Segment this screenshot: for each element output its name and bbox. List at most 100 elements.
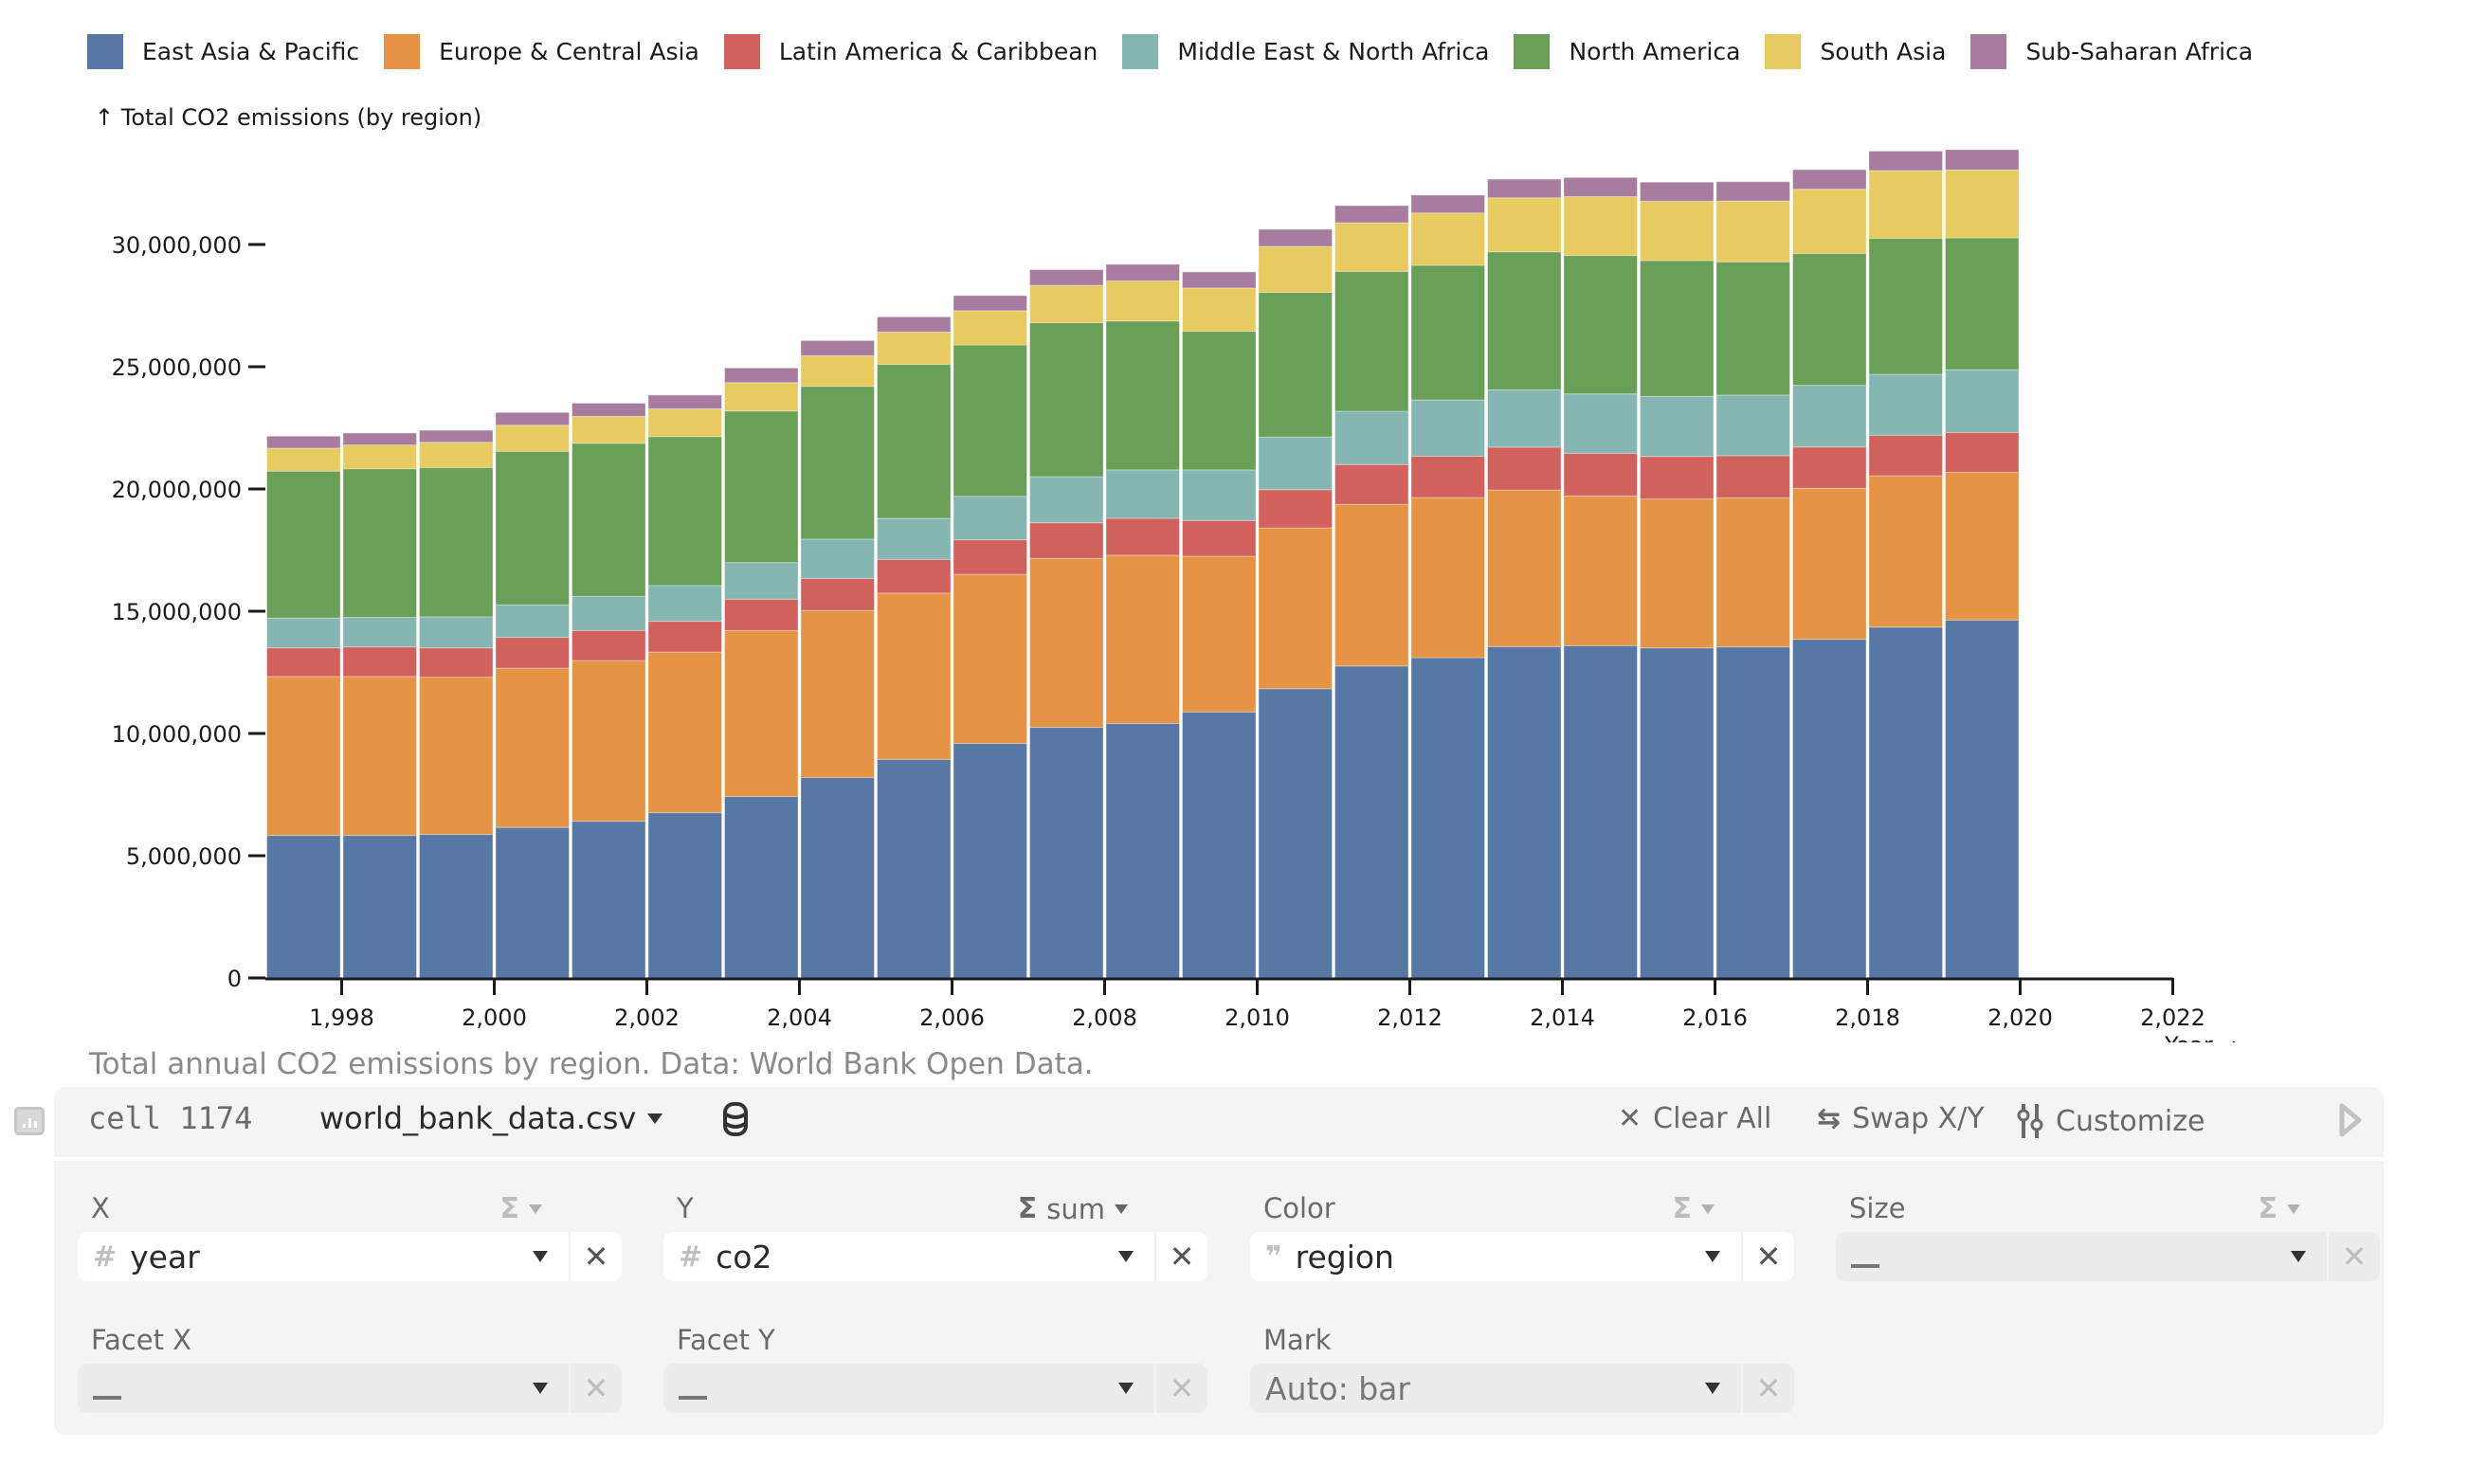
run-icon[interactable] [2338, 1102, 2363, 1138]
bar-segment-2019-middle-east-north-africa[interactable] [1945, 369, 2020, 433]
bar-segment-2011-north-america[interactable] [1334, 270, 1409, 412]
size-field-select[interactable]: ✕ [1836, 1232, 2380, 1281]
bar-segment-2005-europe-central-asia[interactable] [877, 592, 952, 760]
bar-segment-2011-latin-america-caribbean[interactable] [1334, 463, 1409, 505]
bar-segment-2011-east-asia-pacific[interactable] [1334, 665, 1409, 979]
bar-segment-2010-south-asia[interactable] [1258, 245, 1333, 294]
bar-segment-2000-south-asia[interactable] [495, 425, 570, 452]
mark-clear-button[interactable]: ✕ [1743, 1364, 1794, 1413]
bar-segment-2003-east-asia-pacific[interactable] [724, 796, 799, 979]
bar-segment-2011-south-asia[interactable] [1334, 222, 1409, 272]
bar-segment-2008-latin-america-caribbean[interactable] [1105, 517, 1180, 556]
bar-segment-2008-north-america[interactable] [1105, 320, 1180, 471]
facet-x-select[interactable]: ✕ [78, 1364, 622, 1413]
bar-segment-2017-latin-america-caribbean[interactable] [1792, 446, 1867, 489]
bar-segment-2019-europe-central-asia[interactable] [1945, 471, 2020, 621]
bar-segment-2018-latin-america-caribbean[interactable] [1868, 434, 1943, 477]
size-clear-button[interactable]: ✕ [2329, 1232, 2380, 1281]
bar-segment-1999-east-asia-pacific[interactable] [419, 834, 494, 979]
bar-segment-2002-europe-central-asia[interactable] [647, 651, 722, 814]
bar-segment-2016-east-asia-pacific[interactable] [1715, 646, 1790, 979]
bar-segment-2009-middle-east-north-africa[interactable] [1182, 469, 1257, 521]
color-aggregate-selector[interactable]: Σ [1673, 1192, 1715, 1225]
bar-segment-2006-latin-america-caribbean[interactable] [953, 539, 1027, 575]
bar-segment-2003-south-asia[interactable] [724, 382, 799, 412]
bar-segment-2002-south-asia[interactable] [647, 407, 722, 438]
bar-segment-2005-sub-saharan-africa[interactable] [877, 316, 952, 333]
bar-segment-2007-sub-saharan-africa[interactable] [1029, 269, 1104, 286]
bar-segment-2016-north-america[interactable] [1715, 261, 1790, 396]
bar-segment-2008-east-asia-pacific[interactable] [1105, 722, 1180, 979]
bar-segment-2006-middle-east-north-africa[interactable] [953, 496, 1027, 541]
bar-segment-1999-middle-east-north-africa[interactable] [419, 616, 494, 649]
bar-segment-2015-europe-central-asia[interactable] [1640, 498, 1715, 649]
bar-segment-2011-europe-central-asia[interactable] [1334, 503, 1409, 667]
bar-segment-2006-north-america[interactable] [953, 344, 1027, 498]
bar-segment-1998-south-asia[interactable] [342, 444, 417, 470]
bar-segment-2016-south-asia[interactable] [1715, 200, 1790, 262]
bar-segment-2002-sub-saharan-africa[interactable] [647, 394, 722, 409]
y-aggregate-selector[interactable]: Σsum [1018, 1192, 1128, 1225]
bar-segment-2006-europe-central-asia[interactable] [953, 573, 1027, 745]
bar-segment-2015-sub-saharan-africa[interactable] [1640, 181, 1715, 202]
bar-segment-2012-middle-east-north-africa[interactable] [1410, 399, 1485, 457]
bar-segment-1998-latin-america-caribbean[interactable] [342, 646, 417, 678]
bar-segment-2007-middle-east-north-africa[interactable] [1029, 476, 1104, 524]
bar-segment-2007-latin-america-caribbean[interactable] [1029, 522, 1104, 559]
bar-segment-2018-europe-central-asia[interactable] [1868, 475, 1943, 628]
chart-cell-icon[interactable] [14, 1107, 45, 1135]
bar-segment-2009-europe-central-asia[interactable] [1182, 555, 1257, 713]
y-field-select[interactable]: # co2 ✕ [663, 1232, 1207, 1281]
clear-all-button[interactable]: ✕ Clear All [1618, 1102, 1771, 1135]
bar-segment-2000-north-america[interactable] [495, 450, 570, 606]
bar-segment-2014-middle-east-north-africa[interactable] [1563, 393, 1638, 454]
facet-x-clear-button[interactable]: ✕ [571, 1364, 622, 1413]
bar-segment-2012-sub-saharan-africa[interactable] [1410, 194, 1485, 214]
bar-segment-2012-north-america[interactable] [1410, 264, 1485, 401]
bar-segment-2008-sub-saharan-africa[interactable] [1105, 263, 1180, 281]
bar-segment-2010-middle-east-north-africa[interactable] [1258, 436, 1333, 491]
bar-segment-2011-sub-saharan-africa[interactable] [1334, 205, 1409, 224]
bar-segment-2018-north-america[interactable] [1868, 238, 1943, 375]
bar-segment-2004-sub-saharan-africa[interactable] [800, 339, 875, 356]
bar-segment-2017-north-america[interactable] [1792, 253, 1867, 387]
bar-segment-2009-east-asia-pacific[interactable] [1182, 711, 1257, 979]
bar-segment-2002-middle-east-north-africa[interactable] [647, 585, 722, 623]
bar-segment-2005-north-america[interactable] [877, 363, 952, 519]
bar-segment-2006-sub-saharan-africa[interactable] [953, 295, 1027, 312]
bar-segment-2019-latin-america-caribbean[interactable] [1945, 431, 2020, 473]
bar-segment-2008-europe-central-asia[interactable] [1105, 554, 1180, 724]
bar-segment-2000-sub-saharan-africa[interactable] [495, 411, 570, 426]
x-field-select[interactable]: # year ✕ [78, 1232, 622, 1281]
bar-segment-2000-latin-america-caribbean[interactable] [495, 637, 570, 669]
bar-segment-2001-middle-east-north-africa[interactable] [572, 595, 646, 631]
bar-segment-2001-sub-saharan-africa[interactable] [572, 402, 646, 417]
bar-segment-2008-south-asia[interactable] [1105, 280, 1180, 322]
bar-segment-1997-europe-central-asia[interactable] [266, 676, 341, 837]
bar-segment-1998-north-america[interactable] [342, 468, 417, 618]
bar-segment-2014-south-asia[interactable] [1563, 195, 1638, 257]
x-aggregate-selector[interactable]: Σ [500, 1192, 542, 1225]
bar-segment-2013-sub-saharan-africa[interactable] [1487, 178, 1562, 199]
bar-segment-2014-europe-central-asia[interactable] [1563, 495, 1638, 646]
mark-select[interactable]: Auto: bar ✕ [1250, 1364, 1794, 1413]
bar-segment-2010-sub-saharan-africa[interactable] [1258, 228, 1333, 247]
bar-segment-2010-north-america[interactable] [1258, 292, 1333, 438]
bar-segment-2010-latin-america-caribbean[interactable] [1258, 489, 1333, 529]
size-aggregate-selector[interactable]: Σ [2259, 1192, 2300, 1225]
bar-segment-2012-latin-america-caribbean[interactable] [1410, 455, 1485, 498]
y-clear-button[interactable]: ✕ [1156, 1232, 1207, 1281]
bar-segment-2014-east-asia-pacific[interactable] [1563, 644, 1638, 979]
bar-segment-2002-east-asia-pacific[interactable] [647, 812, 722, 979]
color-clear-button[interactable]: ✕ [1743, 1232, 1794, 1281]
bar-segment-2014-sub-saharan-africa[interactable] [1563, 176, 1638, 197]
bar-segment-2018-south-asia[interactable] [1868, 170, 1943, 240]
bar-segment-2017-middle-east-north-africa[interactable] [1792, 385, 1867, 448]
bar-segment-2009-south-asia[interactable] [1182, 287, 1257, 333]
bar-segment-2003-europe-central-asia[interactable] [724, 629, 799, 798]
bar-segment-2018-middle-east-north-africa[interactable] [1868, 373, 1943, 436]
bar-segment-2008-middle-east-north-africa[interactable] [1105, 469, 1180, 519]
bar-segment-2010-east-asia-pacific[interactable] [1258, 688, 1333, 979]
bar-segment-2009-north-america[interactable] [1182, 331, 1257, 471]
bar-segment-2013-middle-east-north-africa[interactable] [1487, 389, 1562, 448]
